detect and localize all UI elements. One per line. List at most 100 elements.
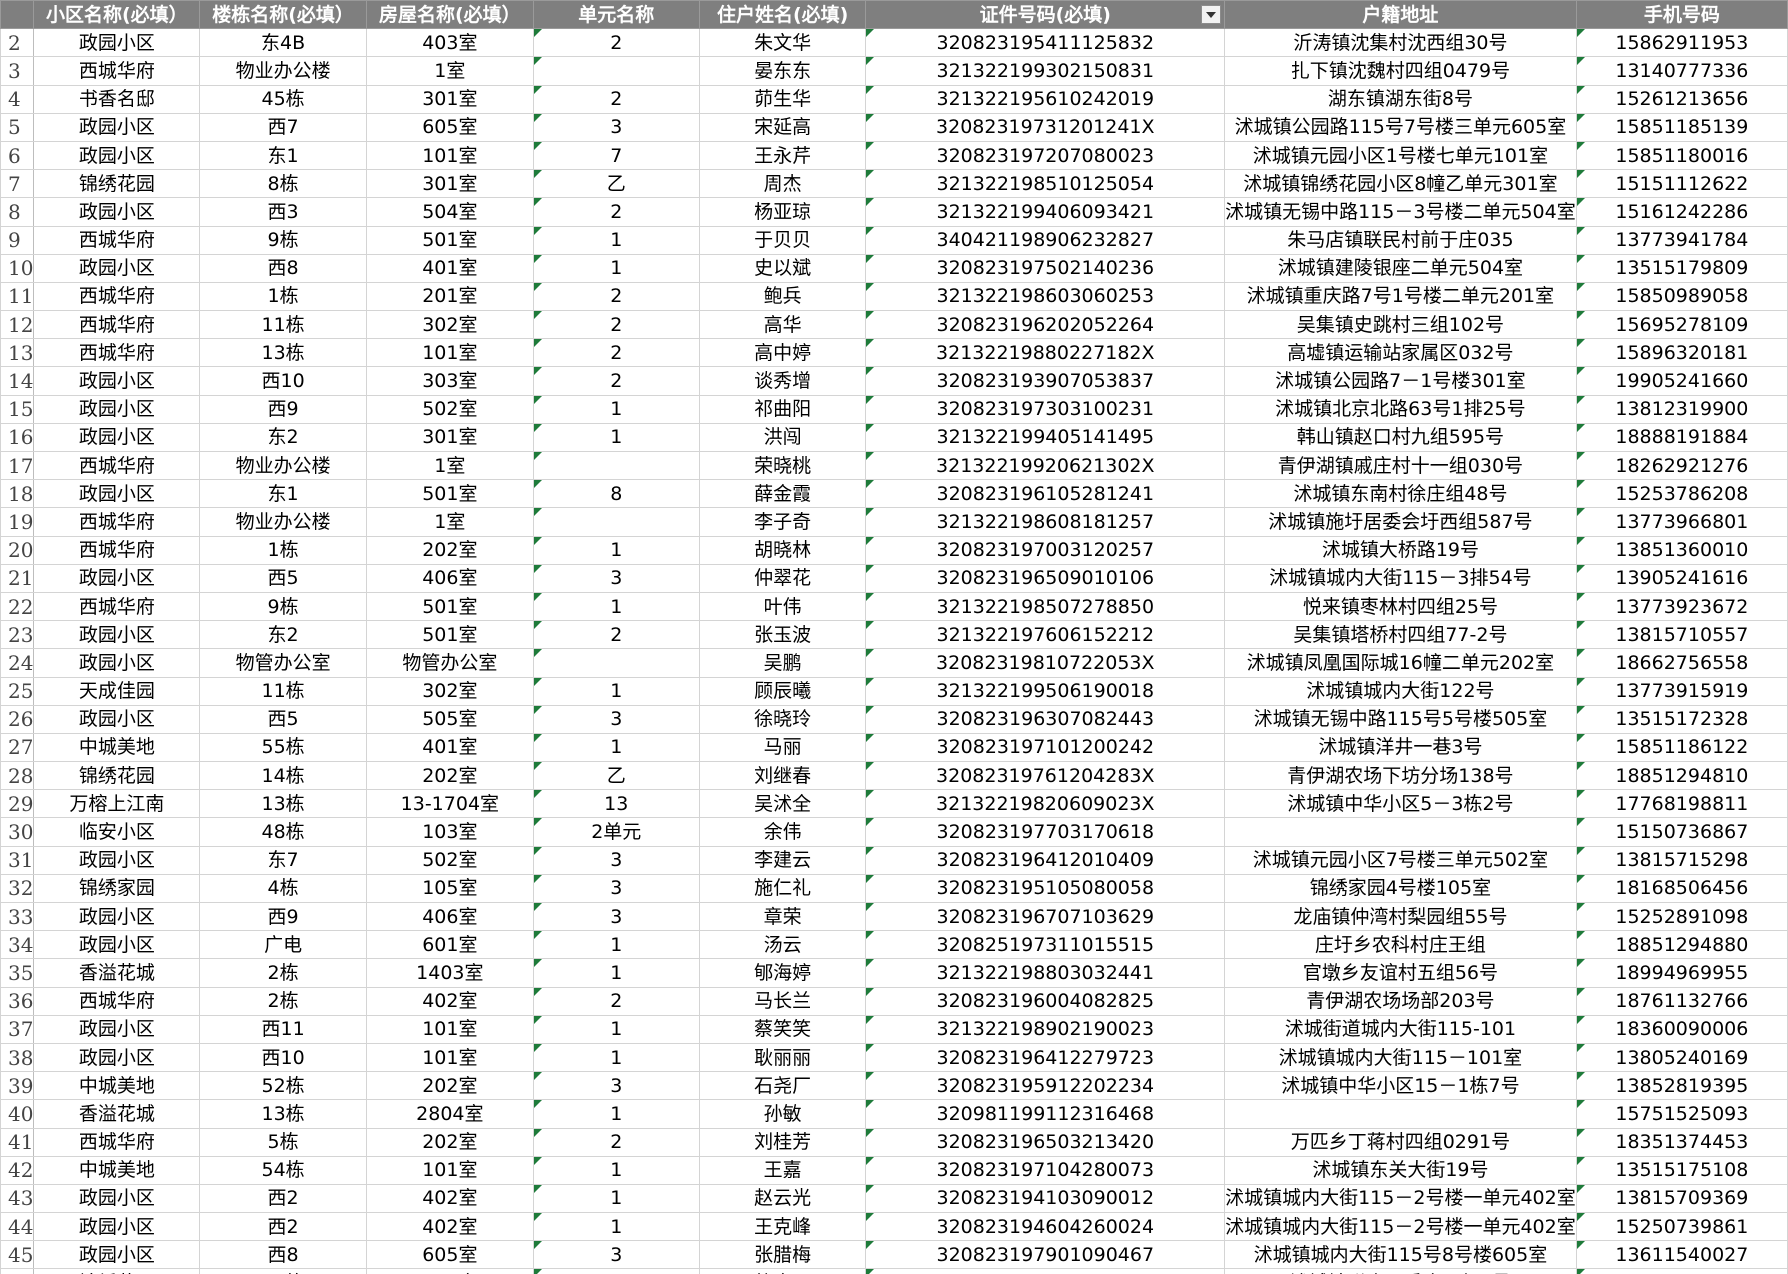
- cell-col-8[interactable]: 18851294880: [1575, 930, 1788, 960]
- cell-col-3[interactable]: 301室: [365, 84, 534, 114]
- cell-col-1[interactable]: 临安小区: [33, 817, 201, 847]
- cell-col-2[interactable]: 西9: [199, 901, 367, 932]
- cell-col-7[interactable]: 沭城镇东南村徐庄组48号: [1224, 479, 1577, 509]
- cell-col-2[interactable]: 东2: [199, 620, 367, 650]
- cell-col-6[interactable]: 321322199405141495: [865, 422, 1226, 453]
- cell-col-8[interactable]: 15261213656: [1575, 84, 1788, 114]
- cell-col-2[interactable]: 11栋: [199, 310, 367, 340]
- cell-col-1[interactable]: 政园小区: [33, 1183, 201, 1214]
- cell-col-4[interactable]: 1: [532, 732, 700, 763]
- cell-col-8[interactable]: 15896320181: [1575, 338, 1788, 368]
- cell-col-1[interactable]: 香溢花城: [33, 1099, 201, 1129]
- row-number[interactable]: 14: [0, 366, 35, 396]
- cell-col-6[interactable]: 32132219880227182X: [865, 338, 1226, 368]
- cell-col-7[interactable]: 湖东镇湖东街8号: [1224, 84, 1577, 114]
- cell-col-2[interactable]: 13栋: [199, 338, 367, 368]
- cell-col-2[interactable]: 45栋: [199, 84, 367, 114]
- cell-col-8[interactable]: 15851186122: [1575, 732, 1788, 763]
- cell-col-4[interactable]: [532, 56, 700, 86]
- cell-col-5[interactable]: 李建云: [698, 845, 867, 875]
- row-number[interactable]: 26: [0, 704, 35, 734]
- row-number[interactable]: 2: [0, 28, 35, 58]
- cell-col-1[interactable]: 西城华府: [33, 225, 201, 255]
- cell-col-2[interactable]: 西11: [199, 1014, 367, 1044]
- cell-col-7[interactable]: 沭城镇锦绣花园小区8幢乙单元301室: [1224, 169, 1577, 199]
- cell-col-5[interactable]: 郇海婷: [698, 958, 867, 988]
- cell-col-7[interactable]: 庄圩乡农科村庄王组: [1224, 930, 1577, 960]
- cell-col-6[interactable]: 321322199506190018: [865, 676, 1226, 706]
- cell-col-3[interactable]: 101室: [365, 1155, 534, 1185]
- cell-col-4[interactable]: 7: [532, 140, 700, 171]
- cell-col-7[interactable]: 沭城镇凤凰国际城16幢二单元202室: [1224, 648, 1577, 678]
- cell-col-2[interactable]: 9栋: [199, 591, 367, 622]
- cell-col-7[interactable]: 沭城镇施圩居委会圩西组587号: [1224, 507, 1577, 537]
- cell-col-7[interactable]: 沭城镇城内大街115－3排54号: [1224, 563, 1577, 593]
- cell-col-5[interactable]: 祁曲阳: [698, 394, 867, 424]
- cell-col-6[interactable]: 32132219820609023X: [865, 789, 1226, 819]
- cell-col-1[interactable]: 政园小区: [33, 901, 201, 932]
- cell-col-6[interactable]: 320823196307082443: [865, 704, 1226, 734]
- row-number[interactable]: 31: [0, 845, 35, 875]
- cell-col-2[interactable]: 西7: [199, 112, 367, 142]
- cell-col-2[interactable]: 西9: [199, 394, 367, 424]
- column-header-6[interactable]: 证件号码(必填): [865, 0, 1226, 30]
- cell-col-1[interactable]: 香溢花城: [33, 958, 201, 988]
- cell-col-1[interactable]: 西城华府: [33, 56, 201, 86]
- cell-col-6[interactable]: 320823196509010106: [865, 563, 1226, 593]
- cell-col-8[interactable]: 13815715298: [1575, 845, 1788, 875]
- cell-col-8[interactable]: 18888191884: [1575, 422, 1788, 453]
- cell-col-2[interactable]: 13栋: [199, 1099, 367, 1129]
- cell-col-1[interactable]: 政园小区: [33, 140, 201, 171]
- cell-col-6[interactable]: 321322198902190023: [865, 1014, 1226, 1044]
- cell-col-8[interactable]: 13815709369: [1575, 1183, 1788, 1214]
- cell-col-4[interactable]: 3: [532, 901, 700, 932]
- row-number[interactable]: 27: [0, 732, 35, 763]
- row-number[interactable]: 29: [0, 789, 35, 819]
- row-number[interactable]: 21: [0, 563, 35, 593]
- cell-col-1[interactable]: 西城华府: [33, 535, 201, 565]
- cell-col-4[interactable]: 2: [532, 620, 700, 650]
- cell-col-1[interactable]: 书香名邸: [33, 84, 201, 114]
- cell-col-4[interactable]: 8: [532, 479, 700, 509]
- cell-col-5[interactable]: 徐晓玲: [698, 704, 867, 734]
- cell-col-1[interactable]: 政园小区: [33, 479, 201, 509]
- cell-col-5[interactable]: 杨亚琼: [698, 197, 867, 227]
- cell-col-7[interactable]: 朱马店镇联民村前于庄035: [1224, 225, 1577, 255]
- cell-col-7[interactable]: 龙庙镇仲湾村梨园组55号: [1224, 901, 1577, 932]
- cell-col-6[interactable]: 32082319761204283X: [865, 761, 1226, 791]
- cell-col-7[interactable]: 吴集镇塔桥村四组77-2号: [1224, 620, 1577, 650]
- cell-col-5[interactable]: 宋延高: [698, 112, 867, 142]
- cell-col-5[interactable]: 荣晓桃: [698, 450, 867, 481]
- cell-col-6[interactable]: 320823197101200242: [865, 732, 1226, 763]
- cell-col-4[interactable]: 2: [532, 281, 700, 312]
- row-number[interactable]: 24: [0, 648, 35, 678]
- cell-col-4[interactable]: 丙: [532, 1268, 700, 1274]
- cell-col-8[interactable]: 13515172328: [1575, 704, 1788, 734]
- cell-col-3[interactable]: 501室: [365, 591, 534, 622]
- row-number[interactable]: 44: [0, 1212, 35, 1242]
- row-number[interactable]: 30: [0, 817, 35, 847]
- column-header-7[interactable]: 户籍地址: [1224, 0, 1577, 30]
- cell-col-1[interactable]: 政园小区: [33, 704, 201, 734]
- cell-col-1[interactable]: 锦绣花园: [33, 1268, 201, 1274]
- cell-col-4[interactable]: 2: [532, 986, 700, 1016]
- row-number[interactable]: 20: [0, 535, 35, 565]
- row-number[interactable]: 15: [0, 394, 35, 424]
- cell-col-3[interactable]: 401室: [365, 732, 534, 763]
- cell-col-1[interactable]: 西城华府: [33, 450, 201, 481]
- cell-col-3[interactable]: 401室: [365, 253, 534, 283]
- cell-col-7[interactable]: 沭城镇城内大街115－101室: [1224, 1042, 1577, 1073]
- row-number[interactable]: 42: [0, 1155, 35, 1185]
- cell-col-4[interactable]: 1: [532, 591, 700, 622]
- cell-col-2[interactable]: 10栋: [199, 1268, 367, 1274]
- column-header-8[interactable]: 手机号码: [1575, 0, 1788, 30]
- cell-col-4[interactable]: 2: [532, 197, 700, 227]
- cell-col-5[interactable]: 余伟: [698, 817, 867, 847]
- cell-col-7[interactable]: [1224, 1099, 1577, 1129]
- cell-col-2[interactable]: 2栋: [199, 986, 367, 1016]
- cell-col-4[interactable]: 1: [532, 535, 700, 565]
- cell-col-6[interactable]: 32082319731201241X: [865, 112, 1226, 142]
- row-number[interactable]: 41: [0, 1127, 35, 1157]
- cell-col-1[interactable]: 锦绣花园: [33, 169, 201, 199]
- row-number[interactable]: 3: [0, 56, 35, 86]
